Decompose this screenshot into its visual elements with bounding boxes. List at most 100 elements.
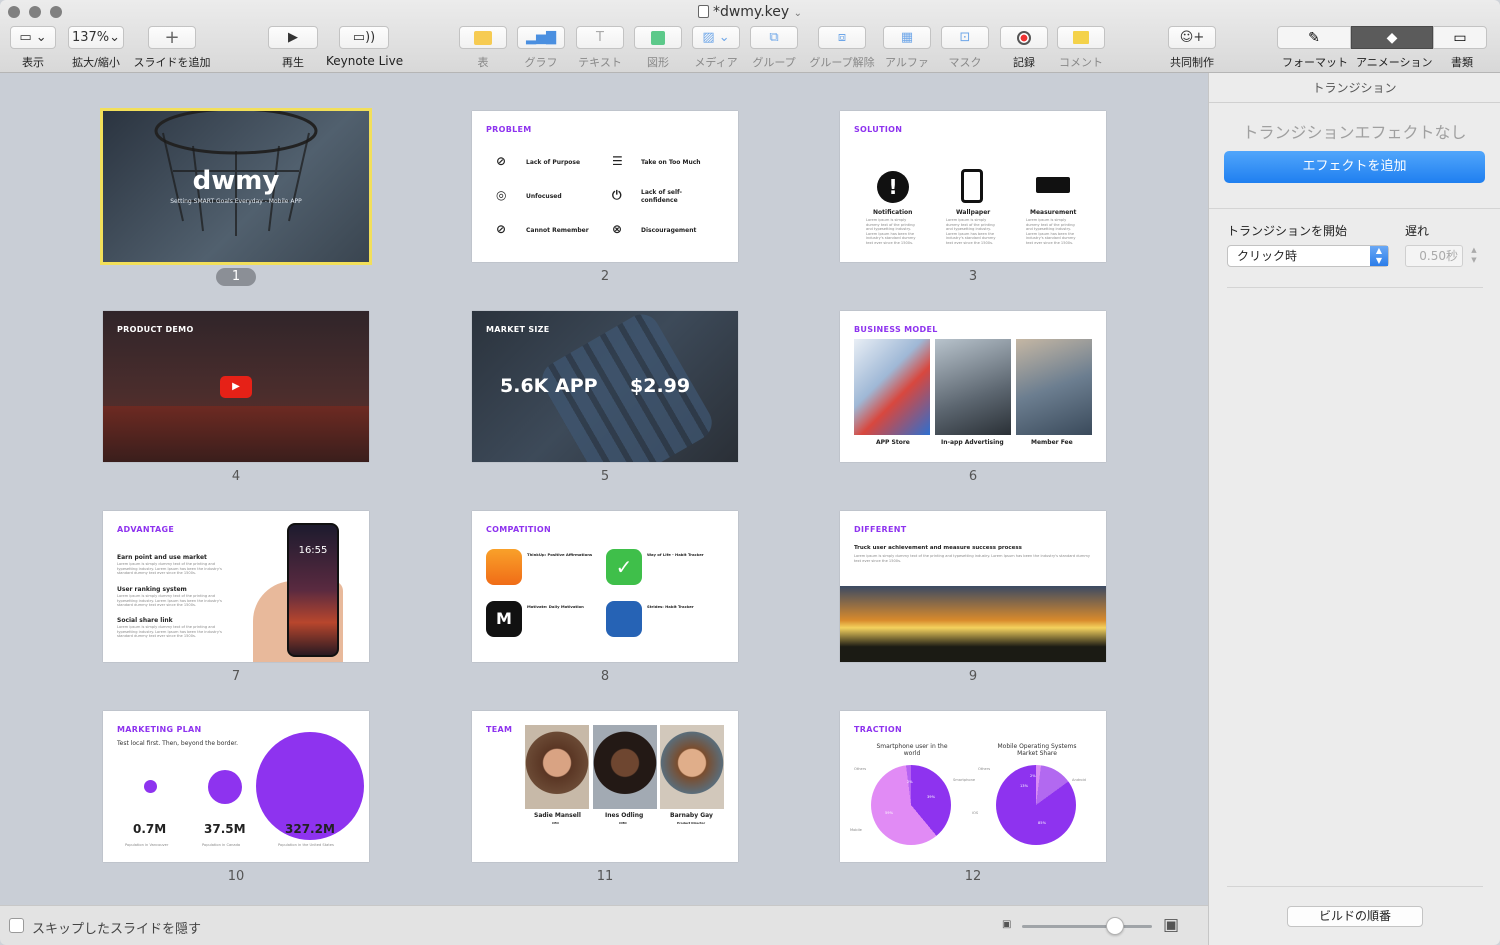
advertising-photo (935, 339, 1011, 435)
play-button[interactable]: ▶ (268, 26, 318, 49)
alpha-icon: ▦ (900, 30, 914, 45)
youtube-play-icon[interactable]: ▶ (220, 376, 252, 398)
slide-thumbnail-6[interactable]: BUSINESS MODEL APP Store In-app Advertis… (840, 311, 1106, 462)
delay-label: 遅れ (1405, 224, 1430, 238)
slide7-item: Earn point and use market (117, 554, 207, 561)
alpha-button[interactable]: ▦ (883, 26, 931, 49)
chart-tool[interactable]: ▂▅▇ グラフ (517, 26, 565, 70)
target-icon: ◎ (496, 188, 507, 202)
slide1-subtitle: Setting SMART Goals Everyday - Mobile AP… (170, 198, 302, 205)
keynote-live-button[interactable]: ▭)) (339, 26, 389, 49)
slide-thumbnail-9[interactable]: DIFFERENT Truck user achievement and mea… (840, 511, 1106, 662)
pie1-label: Mobile (850, 828, 862, 832)
slide-thumbnail-7[interactable]: ADVANTAGE Earn point and use market Lore… (103, 511, 369, 662)
shape-label: 図形 (647, 56, 669, 69)
inspector-header: トランジション (1209, 73, 1500, 103)
slide5-value-apps: 5.6K APP (500, 375, 598, 397)
group-tool[interactable]: ⧉ グループ (750, 26, 798, 70)
ungroup-button[interactable]: ⧈ (818, 26, 866, 49)
format-tab[interactable]: ✎ (1277, 26, 1351, 49)
add-slide-tool[interactable]: + スライドを追加 (132, 26, 212, 70)
inspector-divider (1227, 287, 1483, 288)
plus-icon: + (164, 27, 180, 48)
format-label: フォーマット (1282, 56, 1348, 69)
slide10-value: 327.2M (285, 822, 335, 836)
live-broadcast-icon: ▭)) (352, 30, 376, 45)
shape-icon (651, 30, 665, 45)
zoom-tool[interactable]: 137% ⌄ 拡大/縮小 (68, 26, 124, 70)
collaborate-button[interactable]: ☺+ (1168, 26, 1216, 49)
slide-thumbnail-1[interactable]: dwmy Setting SMART Goals Everyday - Mobi… (100, 108, 372, 265)
slide-thumbnail-8[interactable]: COMPATITION ThinkUp: Positive Affirmatio… (472, 511, 738, 662)
no-transition-text: トランジションエフェクトなし (1242, 123, 1467, 142)
comment-tool[interactable]: コメント (1057, 26, 1105, 70)
slide2-item: Lack of Purpose (526, 159, 581, 166)
play-tool[interactable]: ▶ 再生 (268, 26, 318, 70)
document-tab[interactable]: ▭ (1433, 26, 1487, 49)
sadie-photo (525, 725, 589, 809)
table-button[interactable] (459, 26, 507, 49)
slide-thumbnail-11[interactable]: TEAM Sadie Mansell Ines Odling Barnaby G… (472, 711, 738, 862)
slide-number-5: 5 (600, 469, 610, 484)
document-title[interactable]: *dwmy.key ⌄ (0, 4, 1500, 20)
team-member-role: CEO (552, 821, 559, 825)
keynote-live-tool[interactable]: ▭)) Keynote Live (326, 26, 404, 68)
alpha-tool[interactable]: ▦ アルファ (883, 26, 931, 70)
slide7-body: Lorem ipsum is simply dummy text of the … (117, 625, 222, 638)
animate-label: アニメーション (1356, 56, 1433, 69)
text-tool[interactable]: T テキスト (576, 26, 624, 70)
text-button[interactable]: T (576, 26, 624, 49)
start-transition-select[interactable]: クリック時 ▲ ▼ (1227, 245, 1389, 267)
inspector-divider (1227, 886, 1483, 887)
view-button[interactable]: ▭ ⌄ (10, 26, 56, 49)
slide-thumbnail-2[interactable]: PROBLEM ⊘ Lack of Purpose ☰ Take on Too … (472, 111, 738, 262)
strides-app-icon (606, 601, 642, 637)
slide-light-table: dwmy Setting SMART Goals Everyday - Mobi… (0, 73, 1208, 905)
delay-field[interactable]: 0.50秒 (1405, 245, 1463, 267)
text-label: テキスト (578, 56, 622, 69)
pie2-label: Android (1072, 778, 1086, 782)
add-effect-button[interactable]: エフェクトを追加 (1224, 151, 1485, 183)
slide-number-8: 8 (600, 669, 610, 684)
slide-thumbnail-4[interactable]: PRODUCT DEMO ▶ (103, 311, 369, 462)
record-button[interactable] (1000, 26, 1048, 49)
thumbnail-size-slider[interactable] (1022, 925, 1152, 928)
slider-thumb[interactable] (1106, 917, 1124, 935)
slide3-item: Notification (873, 209, 913, 216)
view-tool[interactable]: ▭ ⌄ 表示 (10, 26, 56, 70)
table-tool[interactable]: 表 (459, 26, 507, 70)
slide10-title: MARKETING PLAN (117, 725, 202, 734)
slide-thumbnail-5[interactable]: MARKET SIZE 5.6K APP $2.99 (472, 311, 738, 462)
zoom-select[interactable]: 137% ⌄ (68, 26, 124, 49)
record-tool[interactable]: 記録 (1000, 26, 1048, 70)
hide-skipped-checkbox[interactable] (9, 918, 24, 933)
slide-thumbnail-12[interactable]: TRACTION Smartphone user in the world Mo… (840, 711, 1106, 862)
pie1-pct: 2% (907, 780, 913, 784)
slide-thumbnail-10[interactable]: MARKETING PLAN Test local first. Then, b… (103, 711, 369, 862)
large-thumbnail-icon: ▣ (1163, 915, 1180, 935)
slide3-title: SOLUTION (854, 125, 903, 134)
slide2-title: PROBLEM (486, 125, 532, 134)
shape-button[interactable] (634, 26, 682, 49)
chart-button[interactable]: ▂▅▇ (517, 26, 565, 49)
keynote-live-label: Keynote Live (326, 54, 404, 68)
media-button[interactable]: ▨ ⌄ (692, 26, 740, 49)
media-tool[interactable]: ▨ ⌄ メディア (692, 26, 740, 70)
add-slide-button[interactable]: + (148, 26, 196, 49)
mask-button[interactable]: ⊡ (941, 26, 989, 49)
slide9-title: DIFFERENT (854, 525, 907, 534)
slide-thumbnail-3[interactable]: SOLUTION ! Notification Wallpaper Measur… (840, 111, 1106, 262)
ungroup-tool[interactable]: ⧈ グループ解除 (808, 26, 876, 70)
collaborate-tool[interactable]: ☺+ 共同制作 (1166, 26, 1218, 70)
mask-tool[interactable]: ⊡ マスク (941, 26, 989, 70)
record-icon (1017, 30, 1031, 45)
comment-button[interactable] (1057, 26, 1105, 49)
pie1-pct: 59% (885, 811, 893, 815)
build-order-button[interactable]: ビルドの順番 (1287, 906, 1423, 927)
group-button[interactable]: ⧉ (750, 26, 798, 49)
delay-stepper[interactable]: ▲ ▼ (1468, 245, 1480, 267)
shape-tool[interactable]: 図形 (634, 26, 682, 70)
slide7-title: ADVANTAGE (117, 525, 175, 534)
slide3-body: Lorem ipsum is simply dummy text of the … (946, 218, 996, 245)
animate-tab[interactable]: ◆ (1351, 26, 1433, 49)
